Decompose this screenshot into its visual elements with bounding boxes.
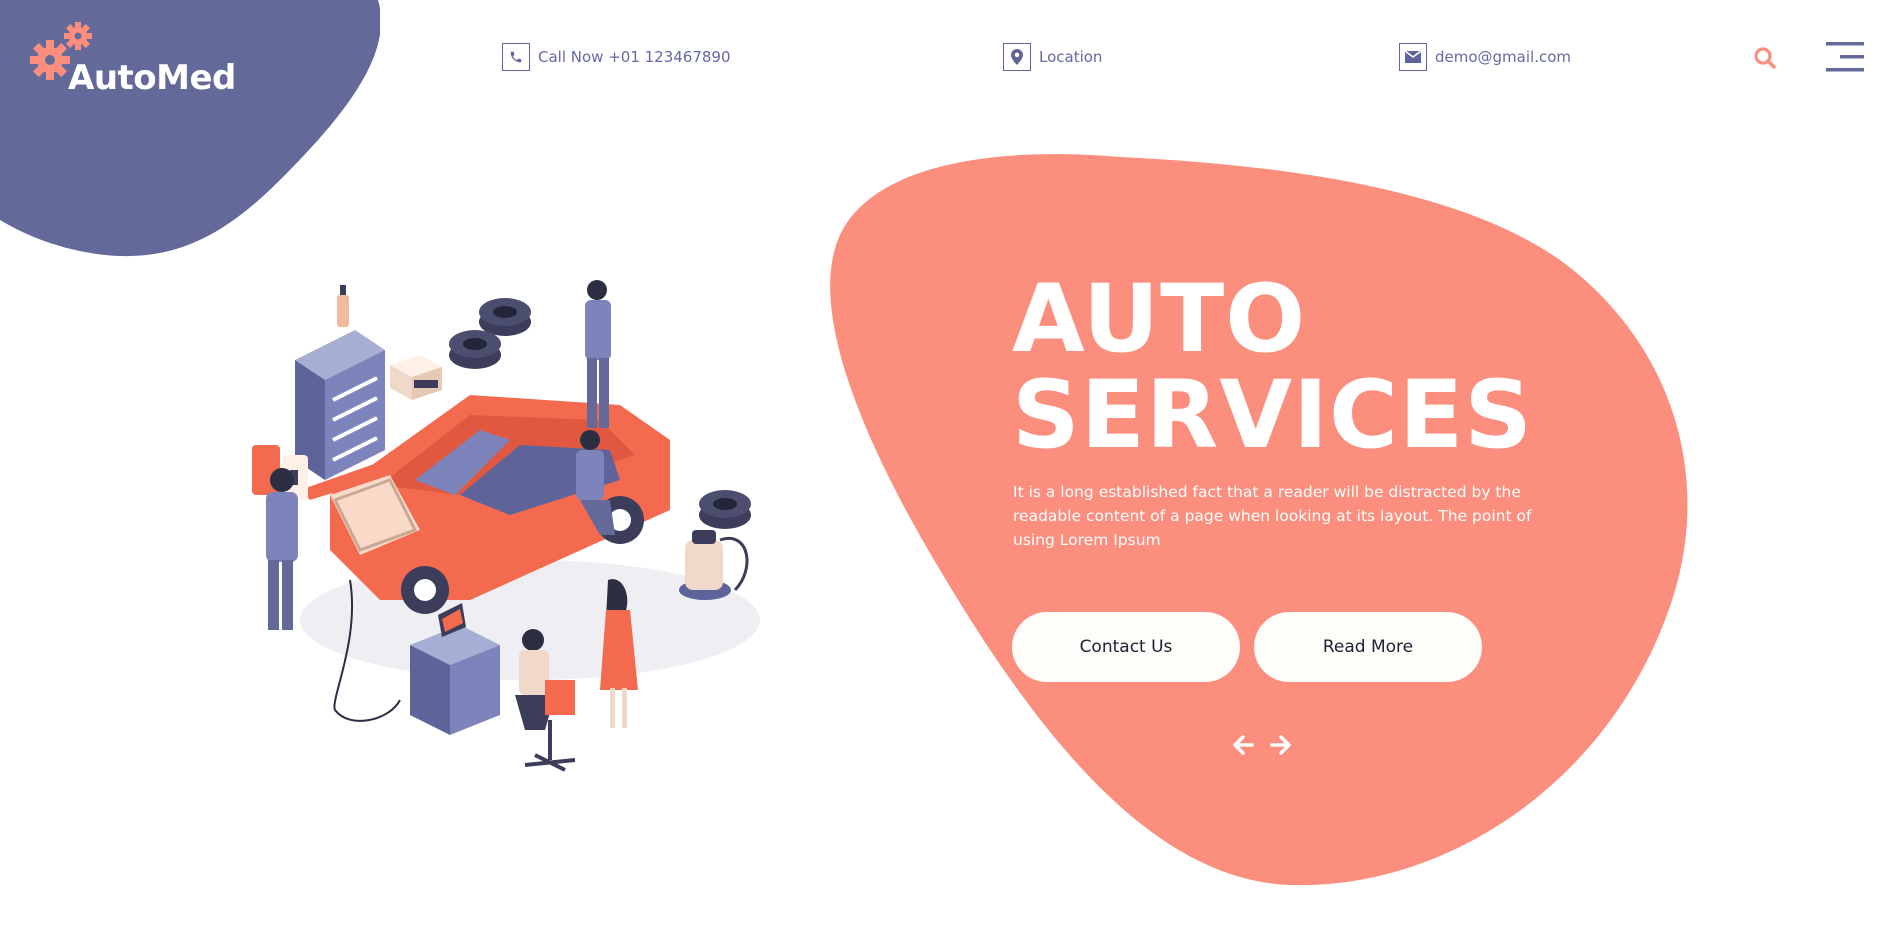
email-contact[interactable]: demo@gmail.com [1399, 43, 1571, 71]
hero-title-line1: AUTO [1012, 265, 1307, 374]
search-icon[interactable] [1752, 45, 1778, 71]
phone-label: Call Now +01 123467890 [538, 48, 731, 66]
email-label: demo@gmail.com [1435, 48, 1572, 66]
phone-contact[interactable]: Call Now +01 123467890 [502, 43, 731, 71]
vacuum-cleaner [679, 530, 749, 600]
read-more-button[interactable]: Read More [1254, 612, 1482, 682]
location-contact[interactable]: Location [1003, 43, 1102, 71]
map-pin-icon [1003, 43, 1031, 71]
hero-title-line2: SERVICES [1012, 361, 1533, 470]
location-label: Location [1039, 48, 1103, 66]
contact-us-button[interactable]: Contact Us [1012, 612, 1240, 682]
tires-top [449, 298, 531, 369]
arrow-left-icon[interactable] [1232, 734, 1254, 756]
tool-cabinet [295, 285, 385, 480]
arrow-right-icon[interactable] [1270, 734, 1292, 756]
battery [390, 355, 442, 400]
envelope-icon [1399, 43, 1427, 71]
phone-icon [502, 43, 530, 71]
hero-description: It is a long established fact that a rea… [1013, 483, 1532, 549]
hamburger-menu-icon[interactable] [1826, 40, 1866, 74]
tire-right [699, 490, 751, 529]
brand-logo-text[interactable]: AutoMed [68, 58, 236, 98]
hero-title: AUTO SERVICES [1012, 272, 1533, 464]
auto-repair-illustration [252, 280, 760, 772]
